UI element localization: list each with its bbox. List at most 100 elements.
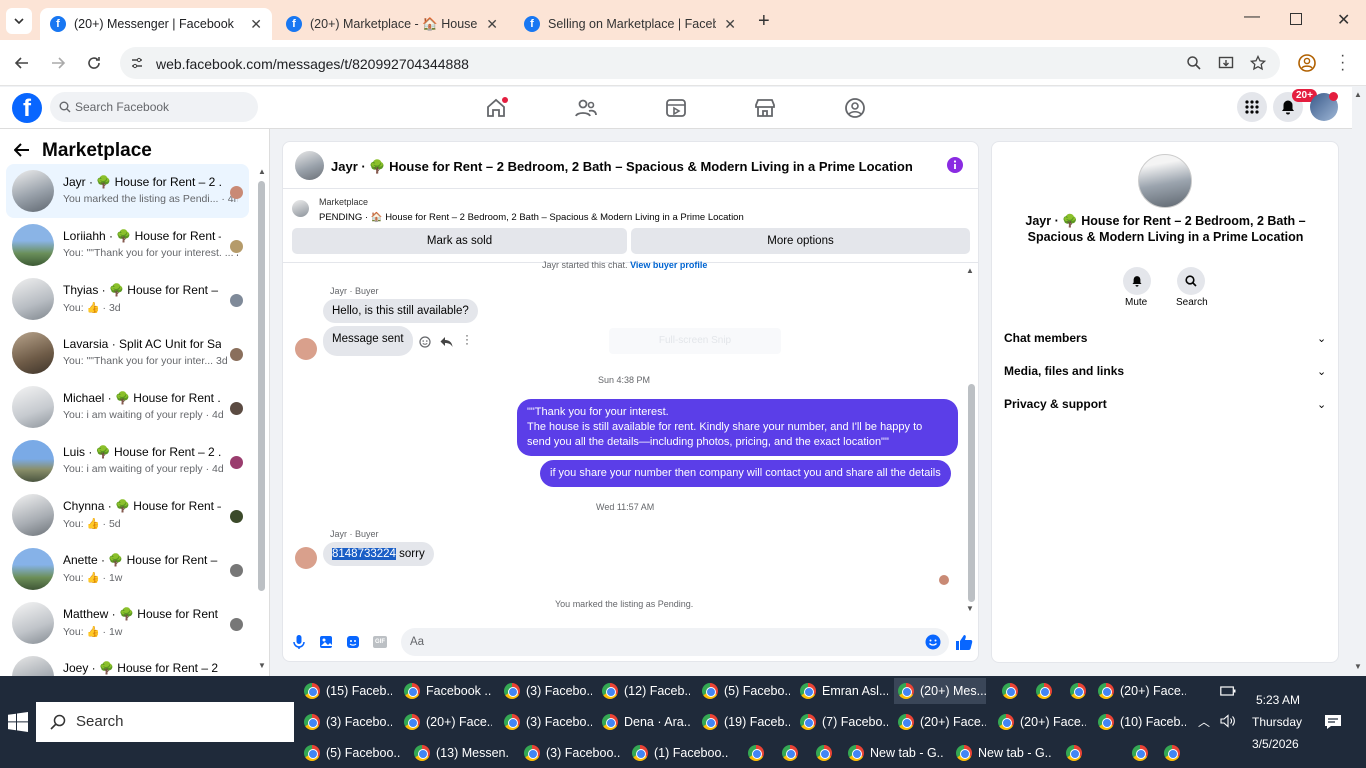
section-chat-members[interactable]: Chat members (1004, 331, 1087, 345)
taskbar-chrome-window[interactable] (812, 740, 838, 766)
facebook-logo-icon[interactable]: f (12, 93, 42, 123)
info-icon[interactable] (947, 157, 963, 173)
chat-scrollbar-thumb[interactable] (968, 384, 975, 602)
react-emoji-icon[interactable] (419, 336, 431, 348)
taskbar-search-box[interactable]: Search (36, 702, 294, 742)
taskbar-chrome-window[interactable] (998, 678, 1024, 704)
more-options-button[interactable]: More options (631, 228, 970, 254)
home-icon[interactable] (484, 96, 508, 120)
close-tab-icon[interactable]: ✕ (486, 16, 498, 33)
taskbar-chrome-window[interactable]: Dena · Ara... (598, 709, 690, 735)
taskbar-chrome-window[interactable]: (1) Faceboo... (628, 740, 728, 766)
sticker-icon[interactable] (346, 635, 360, 649)
scroll-down-arrow[interactable]: ▼ (258, 661, 266, 670)
taskbar-chrome-window[interactable]: (20+) Face... (994, 709, 1086, 735)
taskbar-chrome-window[interactable]: (5) Facebo... (698, 678, 790, 704)
tab-search-dropdown[interactable] (6, 8, 32, 34)
message-input[interactable]: Aa (401, 628, 949, 656)
chat-header-avatar[interactable] (295, 151, 324, 180)
view-buyer-profile-link[interactable]: View buyer profile (630, 260, 707, 270)
groups-icon[interactable] (843, 96, 867, 120)
close-window-button[interactable]: ✕ (1337, 10, 1350, 30)
taskbar-chrome-window[interactable]: (20+) Face... (1094, 678, 1186, 704)
battery-icon[interactable] (1220, 685, 1236, 697)
listing-avatar[interactable] (1138, 154, 1192, 208)
gif-icon[interactable]: GIF (373, 636, 387, 648)
install-app-icon[interactable] (1218, 55, 1234, 71)
forward-icon[interactable] (50, 55, 66, 71)
mute-button[interactable] (1123, 267, 1151, 295)
taskbar-chrome-window[interactable] (744, 740, 770, 766)
more-actions-icon[interactable]: · · · (465, 329, 469, 349)
taskbar-chrome-window[interactable]: (7) Facebo... (796, 709, 888, 735)
conversation-item[interactable]: Matthew · 🌳 House for Rent – ... You: 👍 ·… (6, 596, 249, 650)
outgoing-message[interactable]: ""Thank you for your interest. The house… (517, 399, 958, 456)
conversation-item[interactable]: Loriiahh · 🌳 House for Rent – 2... You: "… (6, 218, 249, 272)
taskbar-chrome-window[interactable]: (3) Facebo... (300, 709, 392, 735)
back-icon[interactable] (14, 55, 30, 71)
taskbar-chrome-window[interactable]: (20+) Mes... (894, 678, 986, 704)
menu-grid-button[interactable] (1237, 92, 1267, 122)
conversation-item[interactable]: Joey · 🌳 House for Rent – 2 Be... (6, 650, 249, 676)
taskbar-chrome-window[interactable]: Emran Asl... (796, 678, 888, 704)
minimize-button[interactable]: — (1244, 8, 1260, 26)
conversation-item[interactable]: Thyias · 🌳 House for Rent – ... You: 👍 · … (6, 272, 249, 326)
highlighted-phone-number[interactable]: 8148733224 (332, 548, 396, 560)
emoji-icon[interactable] (925, 634, 941, 650)
like-thumbs-up-icon[interactable] (955, 634, 973, 651)
taskbar-chrome-window[interactable]: (20+) Face... (894, 709, 986, 735)
close-tab-icon[interactable]: ✕ (724, 16, 736, 33)
facebook-search-input[interactable]: Search Facebook (50, 92, 258, 122)
windows-start-icon[interactable] (8, 712, 28, 732)
section-media-files-links[interactable]: Media, files and links (1004, 364, 1124, 378)
back-arrow-icon[interactable] (14, 142, 30, 158)
incoming-message[interactable]: 8148733224 sorry (323, 542, 434, 566)
listing-thumbnail[interactable] (292, 200, 309, 217)
tab-selling[interactable]: f Selling on Marketplace | Facebo ✕ (514, 8, 746, 40)
taskbar-chrome-window[interactable]: (12) Faceb... (598, 678, 690, 704)
site-info-icon[interactable] (130, 56, 144, 70)
scroll-down-arrow[interactable]: ▼ (966, 604, 974, 613)
taskbar-chrome-window[interactable]: (20+) Face... (400, 709, 492, 735)
taskbar-chrome-window[interactable]: (5) Faceboo... (300, 740, 400, 766)
scroll-up-arrow[interactable]: ▲ (966, 266, 974, 275)
volume-icon[interactable] (1220, 714, 1236, 728)
taskbar-chrome-window[interactable] (778, 740, 804, 766)
search-in-conversation-button[interactable] (1177, 267, 1205, 295)
buyer-avatar[interactable] (295, 547, 317, 569)
section-privacy-support[interactable]: Privacy & support (1004, 397, 1107, 411)
outgoing-message[interactable]: if you share your number then company wi… (540, 460, 951, 487)
microphone-icon[interactable] (293, 634, 305, 650)
taskbar-chrome-window[interactable] (1128, 740, 1154, 766)
taskbar-chrome-window[interactable]: (10) Faceb... (1094, 709, 1186, 735)
taskbar-chrome-window[interactable]: New tab - G... (952, 740, 1052, 766)
friends-icon[interactable] (574, 96, 598, 120)
reload-icon[interactable] (86, 55, 102, 71)
clock-date[interactable]: 3/5/2026 (1252, 737, 1299, 751)
mark-as-sold-button[interactable]: Mark as sold (292, 228, 627, 254)
clock-time[interactable]: 5:23 AM (1256, 693, 1300, 707)
conversation-item[interactable]: Anette · 🌳 House for Rent – ... You: 👍 · … (6, 542, 249, 596)
page-scroll-up-arrow[interactable]: ▲ (1354, 90, 1362, 99)
taskbar-chrome-window[interactable]: (19) Faceb... (698, 709, 790, 735)
url-field[interactable]: web.facebook.com/messages/t/820992704344… (120, 47, 1280, 79)
conversation-item[interactable]: Luis · 🌳 House for Rent – 2 ... You: i am… (6, 434, 249, 488)
page-scroll-down-arrow[interactable]: ▼ (1354, 662, 1362, 671)
scroll-up-arrow[interactable]: ▲ (258, 167, 266, 176)
taskbar-chrome-window[interactable] (1062, 740, 1088, 766)
marketplace-icon[interactable] (753, 96, 777, 120)
taskbar-chrome-window[interactable]: (3) Facebo... (500, 678, 592, 704)
scrollbar-thumb[interactable] (258, 181, 265, 591)
profile-icon[interactable] (1298, 54, 1316, 72)
taskbar-chrome-window[interactable] (1032, 678, 1058, 704)
chat-title[interactable]: Jayr · 🌳 House for Rent – 2 Bedroom, 2 B… (331, 159, 913, 175)
video-icon[interactable] (664, 96, 688, 120)
chevron-down-icon[interactable]: ⌄ (1317, 398, 1326, 411)
conversation-item[interactable]: Lavarsia · Split AC Unit for Sa... You: "… (6, 326, 249, 380)
reply-icon[interactable] (440, 336, 453, 348)
taskbar-chrome-window[interactable]: (15) Faceb... (300, 678, 392, 704)
browser-menu-icon[interactable]: · · · (1340, 48, 1345, 78)
taskbar-chrome-window[interactable]: New tab - G... (844, 740, 944, 766)
chevron-down-icon[interactable]: ⌄ (1317, 332, 1326, 345)
conversation-item[interactable]: Michael · 🌳 House for Rent ... You: i am … (6, 380, 249, 434)
